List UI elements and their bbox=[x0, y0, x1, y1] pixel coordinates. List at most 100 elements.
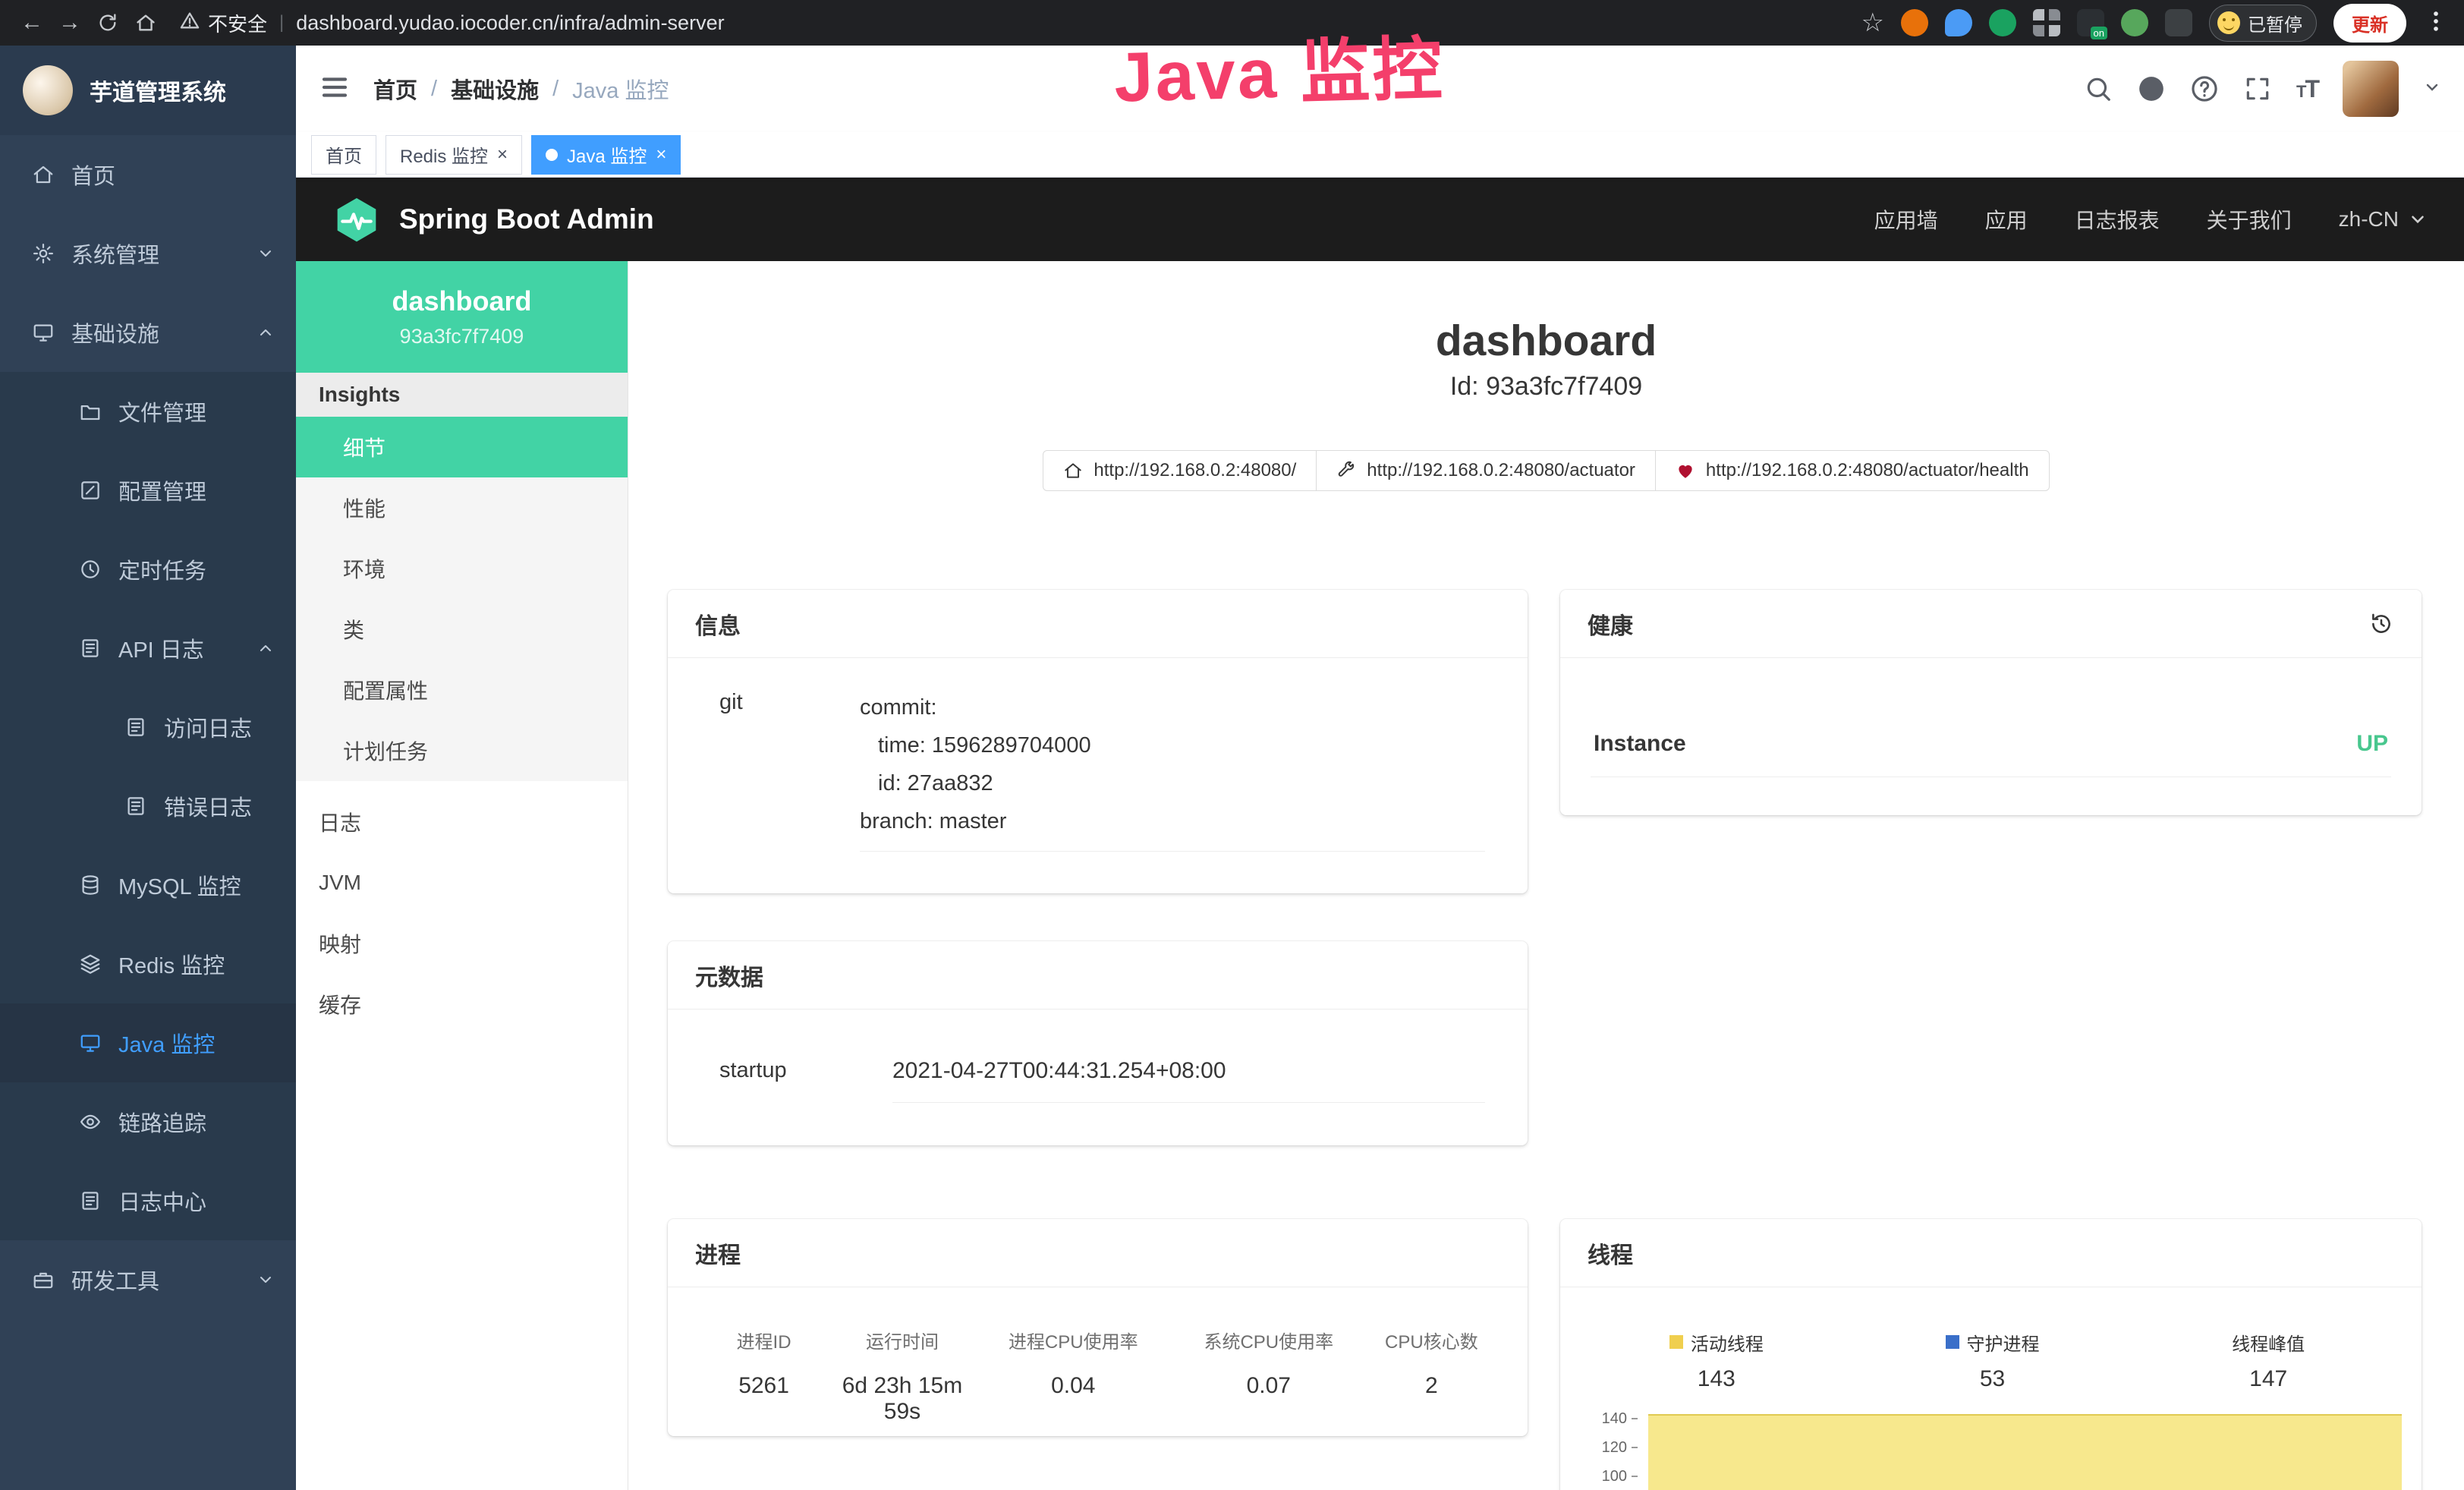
tab-java-monitor[interactable]: Java 监控 × bbox=[531, 135, 681, 175]
y-axis-tick: 120 bbox=[1578, 1438, 1638, 1457]
app-logo bbox=[23, 65, 73, 115]
github-icon[interactable] bbox=[2137, 74, 2166, 103]
help-icon[interactable] bbox=[2190, 74, 2219, 103]
sba-nav-applications[interactable]: 应用 bbox=[1985, 204, 2028, 235]
process-value: 0.07 bbox=[1179, 1373, 1358, 1425]
document-icon bbox=[79, 1189, 102, 1212]
metadata-card: 元数据 startup 2021-04-27T00:44:31.254+08:0… bbox=[668, 941, 1528, 1145]
sidebar-item-system[interactable]: 系统管理 bbox=[0, 214, 296, 293]
process-table-headers: 进程ID 运行时间 进程CPU使用率 系统CPU使用率 CPU核心数 bbox=[691, 1327, 1505, 1353]
instance-nav-mappings[interactable]: 映射 bbox=[296, 913, 628, 974]
legend-label: 线程峰值 bbox=[2232, 1329, 2305, 1356]
sba-locale-select[interactable]: zh-CN bbox=[2339, 207, 2428, 232]
update-button[interactable]: 更新 bbox=[2333, 4, 2406, 43]
sba-nav-wallboard[interactable]: 应用墙 bbox=[1874, 204, 1938, 235]
bookmark-star-icon[interactable]: ☆ bbox=[1861, 8, 1884, 38]
health-url-button[interactable]: http://192.168.0.2:48080/actuator/health bbox=[1655, 450, 2050, 491]
instance-nav-scheduled-tasks[interactable]: 计划任务 bbox=[296, 720, 628, 781]
instance-links: http://192.168.0.2:48080/ http://192.168… bbox=[628, 450, 2464, 491]
sidebar-item-redis-monitor[interactable]: Redis 监控 bbox=[0, 925, 296, 1003]
instance-nav-config-props[interactable]: 配置属性 bbox=[296, 660, 628, 720]
metadata-card-header: 元数据 bbox=[668, 941, 1528, 1010]
legend-value: 53 bbox=[1855, 1366, 2131, 1392]
instance-header[interactable]: dashboard 93a3fc7f7409 bbox=[296, 261, 628, 373]
sidebar-item-dev-tools[interactable]: 研发工具 bbox=[0, 1240, 296, 1319]
info-card-body: git commit: time: 1596289704000 id: 27aa… bbox=[668, 658, 1528, 852]
profile-paused-badge[interactable]: 已暂停 bbox=[2209, 5, 2317, 42]
legend-label: 守护进程 bbox=[1967, 1329, 2040, 1356]
process-header: 运行时间 bbox=[837, 1327, 968, 1353]
hamburger-icon[interactable] bbox=[319, 71, 351, 107]
sidebar-item-log-center[interactable]: 日志中心 bbox=[0, 1161, 296, 1240]
reload-icon[interactable] bbox=[91, 6, 124, 39]
sidebar-item-scheduled-jobs[interactable]: 定时任务 bbox=[0, 530, 296, 609]
active-threads-area bbox=[1648, 1414, 2402, 1490]
topbar-actions: TT bbox=[2084, 61, 2441, 117]
instance-nav-classes[interactable]: 类 bbox=[296, 599, 628, 660]
sidebar-item-java-monitor[interactable]: Java 监控 bbox=[0, 1003, 296, 1082]
extension-icon[interactable] bbox=[1901, 9, 1928, 36]
sba-nav-journal[interactable]: 日志报表 bbox=[2075, 204, 2160, 235]
sidebar-item-file-mgmt[interactable]: 文件管理 bbox=[0, 372, 296, 451]
extension-icon[interactable] bbox=[2033, 9, 2060, 36]
sidebar-item-home[interactable]: 首页 bbox=[0, 135, 296, 214]
sidebar-item-tracing[interactable]: 链路追踪 bbox=[0, 1082, 296, 1161]
health-card: 健康 Instance UP bbox=[1560, 590, 2422, 815]
browser-menu-icon[interactable] bbox=[2423, 8, 2449, 38]
breadcrumb-infra[interactable]: 基础设施 bbox=[451, 73, 539, 105]
instance-nav-jvm[interactable]: JVM bbox=[296, 852, 628, 913]
paused-label: 已暂停 bbox=[2248, 10, 2302, 36]
font-size-icon[interactable]: TT bbox=[2296, 75, 2318, 103]
sba-navbar: Spring Boot Admin 应用墙 应用 日志报表 关于我们 zh-CN bbox=[296, 178, 2464, 261]
clock-icon bbox=[79, 558, 102, 581]
folder-icon bbox=[79, 400, 102, 423]
on-badge: on bbox=[2091, 27, 2107, 39]
sidebar-item-config-mgmt[interactable]: 配置管理 bbox=[0, 451, 296, 530]
threads-card-title: 线程 bbox=[1588, 1236, 1633, 1270]
sba-body: dashboard 93a3fc7f7409 Insights 细节 性能 环境… bbox=[296, 261, 2464, 1490]
extension-icon[interactable] bbox=[1989, 9, 2016, 36]
tab-home[interactable]: 首页 bbox=[311, 135, 376, 175]
cards-grid: 信息 git commit: time: 1596289704000 id: 2… bbox=[668, 590, 2422, 1490]
instance-nav-details[interactable]: 细节 bbox=[296, 417, 628, 477]
instance-nav-environment[interactable]: 环境 bbox=[296, 538, 628, 599]
metadata-card-title: 元数据 bbox=[695, 959, 763, 992]
back-icon[interactable]: ← bbox=[15, 6, 49, 39]
sidebar-item-infra[interactable]: 基础设施 bbox=[0, 293, 296, 372]
avatar-caret-icon[interactable] bbox=[2423, 78, 2441, 100]
instance-nav-performance[interactable]: 性能 bbox=[296, 477, 628, 538]
sidebar-item-error-logs[interactable]: 错误日志 bbox=[0, 767, 296, 846]
sba-brand[interactable]: Spring Boot Admin bbox=[332, 195, 654, 244]
sba-nav-about[interactable]: 关于我们 bbox=[2207, 204, 2292, 235]
address-bar[interactable]: 不安全 | dashboard.yudao.iocoder.cn/infra/a… bbox=[179, 9, 725, 37]
search-icon[interactable] bbox=[2084, 74, 2113, 103]
extension-icon[interactable]: on bbox=[2077, 9, 2104, 36]
chevron-up-icon bbox=[256, 639, 275, 657]
extension-icon[interactable] bbox=[1945, 9, 1972, 36]
threads-card-header: 线程 bbox=[1560, 1219, 2422, 1287]
sidebar-item-access-logs[interactable]: 访问日志 bbox=[0, 688, 296, 767]
monitor-icon bbox=[32, 321, 55, 344]
fullscreen-icon[interactable] bbox=[2243, 74, 2272, 103]
instance-nav-caches[interactable]: 缓存 bbox=[296, 974, 628, 1035]
insights-group-label: Insights bbox=[296, 373, 628, 417]
close-tab-icon[interactable]: × bbox=[656, 146, 666, 164]
gear-icon bbox=[32, 242, 55, 265]
tab-redis-monitor[interactable]: Redis 监控 × bbox=[385, 135, 522, 175]
user-avatar[interactable] bbox=[2343, 61, 2399, 117]
breadcrumb-home[interactable]: 首页 bbox=[373, 73, 417, 105]
browser-home-icon[interactable] bbox=[129, 6, 162, 39]
service-url-button[interactable]: http://192.168.0.2:48080/ bbox=[1043, 450, 1317, 491]
extension-icon[interactable] bbox=[2121, 9, 2148, 36]
sidebar-item-label: 定时任务 bbox=[118, 553, 206, 585]
profile-emoji-icon bbox=[2217, 11, 2240, 34]
actuator-url-button[interactable]: http://192.168.0.2:48080/actuator bbox=[1316, 450, 1656, 491]
extension-icon[interactable] bbox=[2165, 9, 2192, 36]
close-tab-icon[interactable]: × bbox=[497, 146, 508, 164]
sidebar-item-api-logs[interactable]: API 日志 bbox=[0, 609, 296, 688]
history-icon[interactable] bbox=[2368, 611, 2394, 637]
forward-icon[interactable]: → bbox=[53, 6, 87, 39]
instance-nav-logs[interactable]: 日志 bbox=[296, 792, 628, 852]
info-card: 信息 git commit: time: 1596289704000 id: 2… bbox=[668, 590, 1528, 893]
sidebar-item-mysql-monitor[interactable]: MySQL 监控 bbox=[0, 846, 296, 925]
